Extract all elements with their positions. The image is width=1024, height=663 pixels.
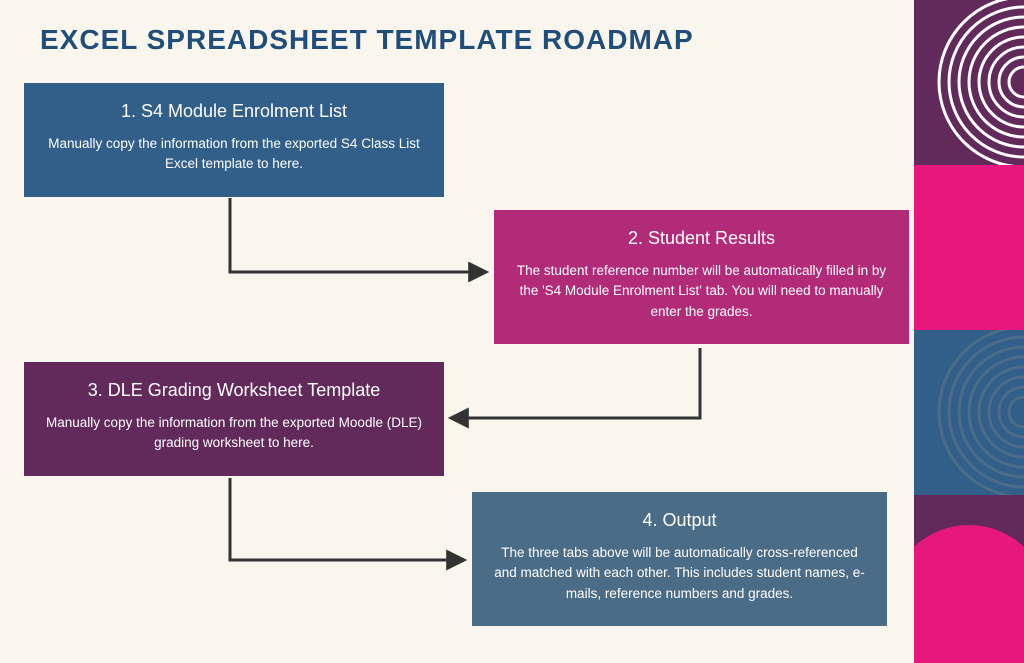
sidebar-tile-2 bbox=[914, 165, 1024, 330]
step-2-desc: The student reference number will be aut… bbox=[514, 261, 889, 322]
arrow-2-to-3 bbox=[452, 348, 700, 418]
solid-circle-icon bbox=[914, 495, 1024, 663]
sidebar-tile-3 bbox=[914, 330, 1024, 495]
sidebar-tile-4 bbox=[914, 495, 1024, 663]
step-1-desc: Manually copy the information from the e… bbox=[44, 134, 424, 175]
concentric-circles-icon bbox=[914, 0, 1024, 165]
arrow-3-to-4 bbox=[230, 478, 463, 560]
step-4-desc: The three tabs above will be automatical… bbox=[492, 543, 867, 604]
step-3-desc: Manually copy the information from the e… bbox=[44, 413, 424, 454]
step-3-heading: 3. DLE Grading Worksheet Template bbox=[44, 380, 424, 401]
page-title: EXCEL SPREADSHEET TEMPLATE ROADMAP bbox=[40, 24, 694, 56]
arrow-1-to-2 bbox=[230, 198, 485, 272]
step-1-heading: 1. S4 Module Enrolment List bbox=[44, 101, 424, 122]
step-3-box: 3. DLE Grading Worksheet Template Manual… bbox=[24, 362, 444, 476]
sidebar-tile-1 bbox=[914, 0, 1024, 165]
step-1-box: 1. S4 Module Enrolment List Manually cop… bbox=[24, 83, 444, 197]
step-4-box: 4. Output The three tabs above will be a… bbox=[472, 492, 887, 626]
step-4-heading: 4. Output bbox=[492, 510, 867, 531]
step-2-box: 2. Student Results The student reference… bbox=[494, 210, 909, 344]
concentric-circles-icon bbox=[914, 330, 1024, 495]
step-2-heading: 2. Student Results bbox=[514, 228, 889, 249]
